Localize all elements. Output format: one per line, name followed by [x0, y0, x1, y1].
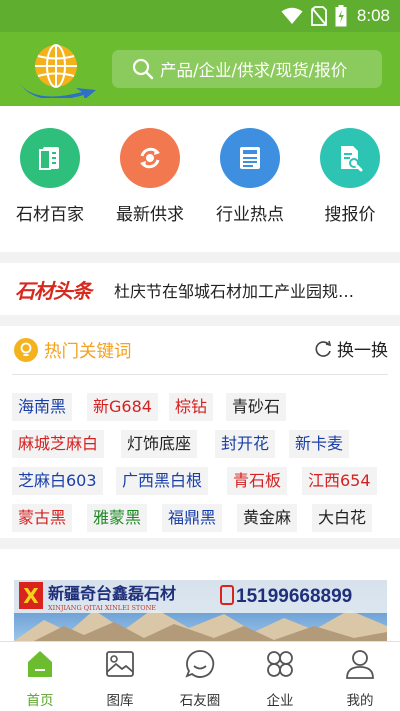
banner-graphic: X 新疆奇台鑫磊石材 XINJIANG QITAI XINLEI STONE 1…	[14, 580, 387, 641]
keyword-tag[interactable]: 大白花	[312, 504, 373, 532]
keyword-tag[interactable]: 广西黑白根	[116, 467, 209, 495]
search-bar[interactable]: 产品/企业/供求/现货/报价	[112, 50, 382, 88]
hot-keywords-panel: 热门关键词 换一换 海南黑 新G684 棕钻 青砂石 麻城芝麻白 灯饰底座 封开…	[0, 326, 400, 538]
search-doc-icon	[320, 128, 380, 188]
keyword-tag[interactable]: 青石板	[227, 467, 288, 495]
app-logo[interactable]	[16, 40, 98, 100]
keyword-tag[interactable]: 麻城芝麻白	[12, 430, 105, 458]
no-sim-icon	[311, 6, 327, 26]
banner-company: 新疆奇台鑫磊石材	[48, 584, 176, 603]
keyword-tag[interactable]: 黄金麻	[237, 504, 298, 532]
keyword-tag[interactable]: 芝麻白603	[12, 467, 103, 495]
banner-phone: 15199668899	[236, 586, 352, 607]
nav-company[interactable]: 企业	[240, 648, 320, 709]
quick-link-industry-news[interactable]: 行业热点	[200, 128, 300, 225]
nav-label: 企业	[266, 693, 294, 709]
keyword-tag[interactable]: 灯饰底座	[121, 430, 198, 458]
keyword-tag[interactable]: 封开花	[215, 430, 276, 458]
refresh-icon	[315, 340, 332, 357]
quick-links: 石材百家 最新供求 行业热点 搜报价	[0, 106, 400, 252]
gallery-icon	[106, 651, 134, 677]
nav-label: 我的	[346, 693, 374, 709]
keyword-tag[interactable]: 江西654	[302, 467, 377, 495]
quick-link-label: 搜报价	[324, 205, 376, 225]
chat-icon	[185, 650, 215, 678]
status-bar: 8:08	[0, 0, 400, 32]
headline-text[interactable]: 杜庆节在邹城石材加工产业园规…	[114, 278, 384, 302]
app-header: 产品/企业/供求/现货/报价	[0, 32, 400, 106]
banner-logo-letter: X	[23, 584, 39, 608]
quick-link-label: 行业热点	[216, 205, 284, 225]
battery-icon	[335, 5, 347, 27]
quick-link-supply-demand[interactable]: 最新供求	[100, 128, 200, 225]
banner-pinyin: XINJIANG QITAI XINLEI STONE	[48, 604, 156, 612]
news-icon	[220, 128, 280, 188]
lightbulb-icon	[14, 338, 38, 362]
nav-label: 首页	[26, 693, 54, 709]
document-icon	[20, 128, 80, 188]
refresh-button[interactable]: 换一换	[313, 336, 388, 361]
nav-stone-circle[interactable]: 石友圈	[160, 648, 240, 709]
status-time: 8:08	[356, 6, 390, 25]
refresh-label: 换一换	[337, 341, 388, 361]
keyword-tag[interactable]: 海南黑	[12, 393, 73, 421]
company-icon	[267, 651, 293, 677]
quick-link-stone-directory[interactable]: 石材百家	[0, 128, 100, 225]
headline-ticker[interactable]: 石材头条 杜庆节在邹城石材加工产业园规…	[0, 263, 400, 315]
keyword-tag[interactable]: 雅蒙黑	[87, 504, 148, 532]
globe-logo-icon	[20, 44, 96, 100]
quick-link-label: 石材百家	[16, 205, 84, 225]
profile-icon	[346, 650, 374, 679]
nav-profile[interactable]: 我的	[320, 648, 400, 709]
headline-logo: 石材头条	[15, 279, 92, 303]
divider	[12, 374, 388, 375]
nav-gallery[interactable]: 图库	[80, 648, 160, 709]
keyword-tag[interactable]: 新卡麦	[289, 430, 350, 458]
nav-home[interactable]: 首页	[0, 648, 80, 709]
quick-link-search-price[interactable]: 搜报价	[300, 128, 400, 225]
keyword-tag[interactable]: 福鼎黑	[162, 504, 223, 532]
wifi-icon	[281, 7, 303, 24]
ad-banner[interactable]: X 新疆奇台鑫磊石材 XINJIANG QITAI XINLEI STONE 1…	[14, 580, 387, 641]
quick-link-label: 最新供求	[116, 205, 184, 225]
status-icons: 8:08	[281, 4, 390, 28]
nav-label: 图库	[106, 693, 134, 709]
hot-keywords-header: 热门关键词 换一换	[0, 326, 400, 374]
keyword-tag[interactable]: 新G684	[87, 393, 158, 421]
nav-label: 石友圈	[179, 693, 221, 709]
search-icon	[132, 58, 154, 80]
keyword-tag[interactable]: 青砂石	[226, 393, 287, 421]
search-placeholder: 产品/企业/供求/现货/报价	[160, 61, 348, 80]
bottom-nav: 首页 图库 石友圈 企业 我的	[0, 641, 400, 711]
keyword-tag[interactable]: 蒙古黑	[12, 504, 73, 532]
home-icon	[28, 651, 52, 677]
keyword-tag[interactable]: 棕钻	[169, 393, 214, 421]
exchange-icon	[120, 128, 180, 188]
hot-keywords-title: 热门关键词	[44, 342, 132, 362]
